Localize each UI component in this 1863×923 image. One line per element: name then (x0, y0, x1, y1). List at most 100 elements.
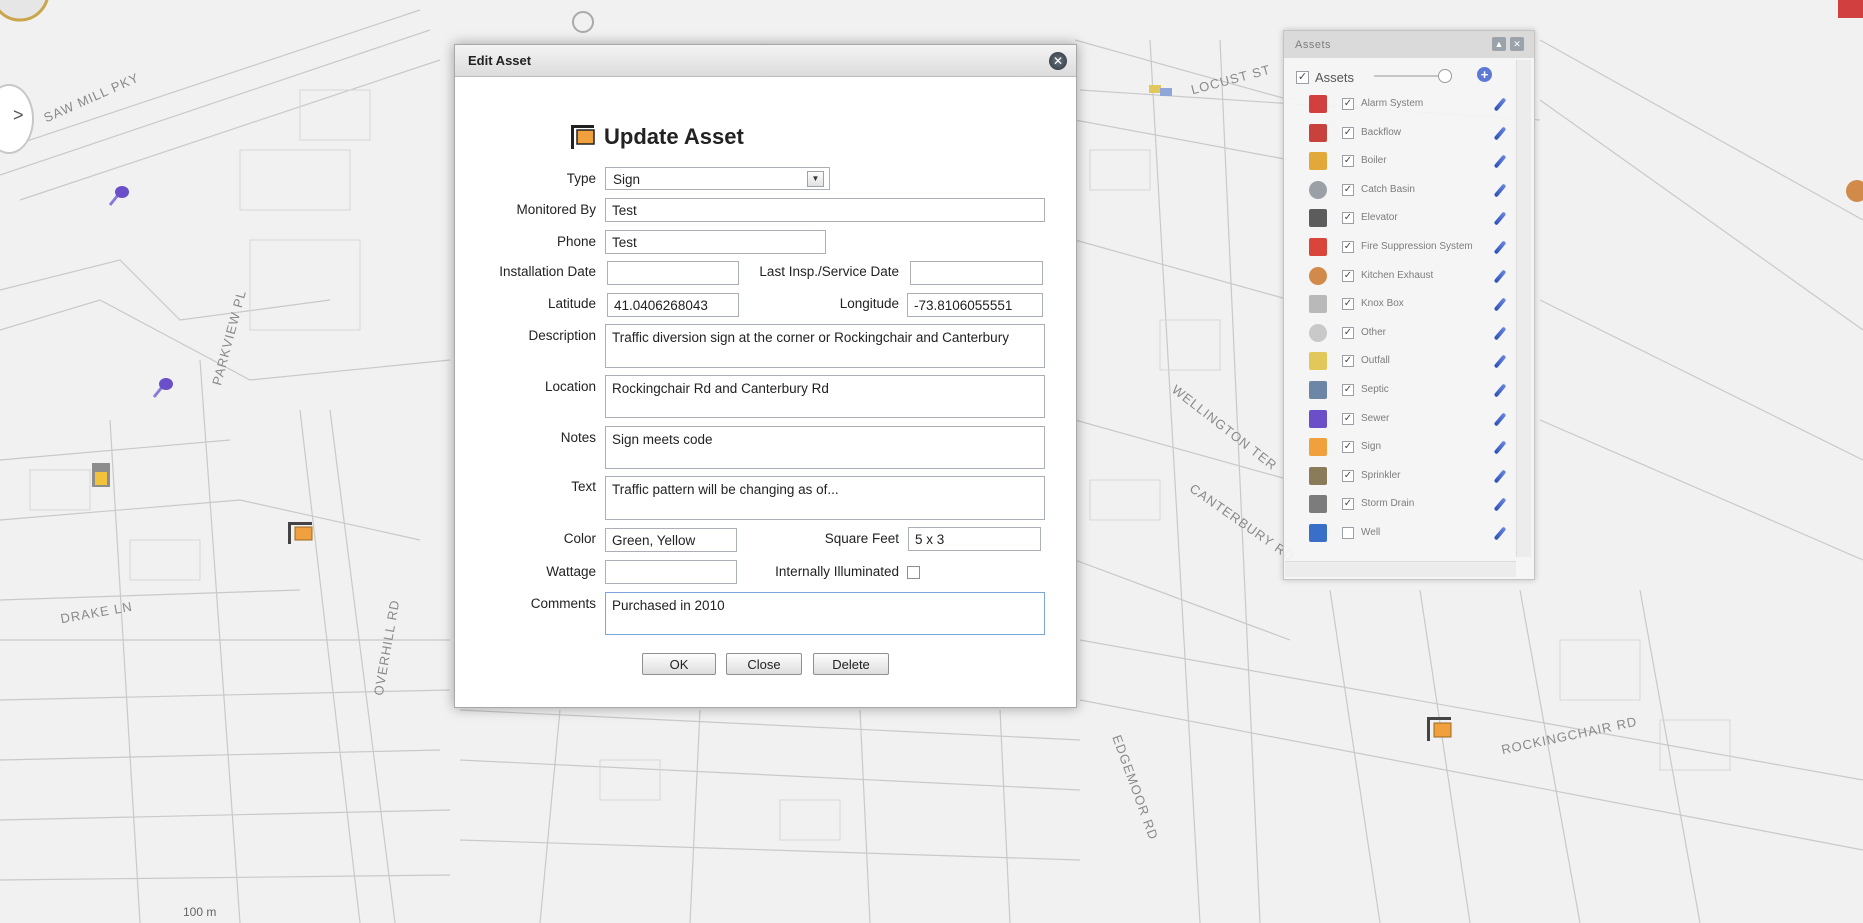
pencil-icon[interactable] (1493, 326, 1507, 341)
latitude-input[interactable] (607, 293, 739, 317)
asset-layer-row[interactable]: ✓ Alarm System (1284, 90, 1512, 118)
location-input[interactable]: Rockingchair Rd and Canterbury Rd (605, 375, 1045, 418)
asset-layer-row[interactable]: ✓ Fire Suppression System (1284, 233, 1512, 261)
close-icon[interactable]: ✕ (1049, 52, 1067, 70)
asset-layer-row[interactable]: ✓ Sign (1284, 433, 1512, 461)
pencil-icon[interactable] (1493, 154, 1507, 169)
pencil-icon[interactable] (1493, 211, 1507, 226)
close-button[interactable]: Close (726, 653, 802, 675)
asset-layer-checkbox[interactable]: ✓ (1342, 441, 1354, 454)
asset-layer-checkbox[interactable]: ✓ (1342, 241, 1354, 253)
alarm-marker[interactable] (1838, 0, 1863, 18)
asset-layer-label: Sewer (1361, 412, 1390, 424)
square-feet-input[interactable] (908, 527, 1041, 551)
pencil-icon[interactable] (1493, 297, 1507, 312)
pencil-icon[interactable] (1493, 240, 1507, 255)
dialog-title: Edit Asset (468, 53, 532, 68)
comments-input[interactable]: Purchased in 2010 (605, 592, 1045, 635)
delete-button[interactable]: Delete (813, 653, 889, 675)
horizontal-scrollbar[interactable] (1285, 561, 1516, 577)
slider-handle[interactable] (1438, 69, 1452, 83)
asset-layer-checkbox[interactable]: ✓ (1342, 126, 1354, 139)
asset-layer-checkbox[interactable]: ✓ (1342, 155, 1354, 168)
color-label: Color (563, 531, 596, 546)
asset-layer-checkbox[interactable]: ✓ (1342, 469, 1354, 482)
asset-layer-label: Boiler (1361, 155, 1387, 167)
sign-text-input[interactable]: Traffic pattern will be changing as of..… (605, 476, 1045, 520)
asset-layer-checkbox[interactable]: ✓ (1342, 98, 1354, 110)
outfall-marker[interactable] (1148, 82, 1176, 98)
asset-layer-row[interactable]: ✓ Other (1284, 319, 1512, 347)
wattage-input[interactable] (605, 560, 737, 584)
asset-layer-checkbox[interactable]: ✓ (1342, 183, 1354, 196)
asset-layer-checkbox[interactable]: ✓ (1342, 212, 1354, 225)
asset-layer-row[interactable]: ✓ Sewer (1284, 405, 1512, 433)
asset-layer-row[interactable]: ✓ Elevator (1284, 204, 1512, 232)
description-input[interactable]: Traffic diversion sign at the corner or … (605, 324, 1045, 368)
pencil-icon[interactable] (1493, 412, 1507, 427)
square-feet-label: Square Feet (824, 531, 899, 546)
asset-layer-row[interactable]: ✓ Septic (1284, 376, 1512, 404)
asset-layer-row[interactable]: ✓ Knox Box (1284, 290, 1512, 318)
ok-button[interactable]: OK (642, 653, 716, 675)
kitchen-exhaust-marker[interactable] (1843, 176, 1863, 206)
asset-layer-checkbox[interactable]: ✓ (1342, 355, 1354, 368)
last-insp-service-date-input[interactable] (910, 261, 1043, 285)
asset-layer-row[interactable]: ✓ Kitchen Exhaust (1284, 262, 1512, 290)
pencil-icon[interactable] (1493, 97, 1507, 112)
longitude-input[interactable] (907, 293, 1043, 317)
asset-layer-row[interactable]: ✓ Catch Basin (1284, 176, 1512, 204)
phone-input[interactable] (605, 230, 826, 254)
asset-layer-label: Backflow (1361, 126, 1402, 138)
monitored-by-input[interactable] (605, 198, 1045, 222)
asset-layer-checkbox[interactable]: ✓ (1342, 412, 1354, 425)
assets-root-checkbox[interactable]: ✓ (1296, 70, 1309, 84)
type-select[interactable]: Sign ▼ (605, 167, 830, 190)
asset-layer-row[interactable]: ✓ Storm Drain (1284, 490, 1512, 518)
notes-input[interactable]: Sign meets code (605, 426, 1045, 469)
close-icon[interactable]: ✕ (1510, 37, 1524, 51)
sign-marker[interactable] (1425, 715, 1455, 743)
asset-layer-checkbox[interactable]: ✓ (1342, 498, 1354, 511)
pin-icon (1309, 323, 1327, 342)
asset-layer-row[interactable]: ✓ Boiler (1284, 147, 1512, 175)
internally-illuminated-checkbox[interactable] (907, 566, 920, 579)
asset-layer-row[interactable]: ✓ Backflow (1284, 119, 1512, 147)
asset-layer-row[interactable]: Well (1284, 519, 1512, 547)
opacity-slider[interactable] (1374, 69, 1452, 83)
pencil-icon[interactable] (1493, 526, 1507, 541)
pencil-icon[interactable] (1493, 126, 1507, 141)
color-input[interactable] (605, 528, 737, 552)
alarm-icon (1309, 95, 1327, 113)
installation-date-input[interactable] (607, 261, 739, 285)
pencil-icon[interactable] (1493, 269, 1507, 284)
minimize-icon[interactable]: ▲ (1492, 37, 1506, 51)
boiler-marker[interactable] (90, 462, 112, 488)
asset-layer-checkbox[interactable] (1342, 527, 1354, 539)
internally-illuminated-label: Internally Illuminated (775, 564, 899, 579)
asset-layer-checkbox[interactable]: ✓ (1342, 298, 1354, 311)
asset-layer-row[interactable]: ✓ Sprinkler (1284, 462, 1512, 490)
add-asset-icon[interactable]: + (1477, 67, 1492, 82)
asset-layer-checkbox[interactable]: ✓ (1342, 269, 1354, 282)
dialog-heading: Update Asset (570, 122, 744, 152)
pencil-icon[interactable] (1493, 440, 1507, 455)
pencil-icon[interactable] (1493, 354, 1507, 369)
catch-basin-icon (1309, 180, 1327, 199)
sewer-marker[interactable] (106, 183, 132, 209)
pencil-icon[interactable] (1493, 497, 1507, 512)
knox-box-icon (1309, 295, 1327, 314)
sign-marker[interactable] (286, 520, 316, 546)
asset-layer-row[interactable]: ✓ Outfall (1284, 347, 1512, 375)
assets-root-toggle[interactable]: ✓ Assets (1296, 69, 1354, 85)
pencil-icon[interactable] (1493, 183, 1507, 198)
pencil-icon[interactable] (1493, 469, 1507, 484)
sewer-marker[interactable] (150, 375, 176, 401)
asset-layer-checkbox[interactable]: ✓ (1342, 384, 1354, 396)
well-icon (1309, 524, 1327, 542)
outfall-icon (1309, 352, 1327, 371)
pencil-icon[interactable] (1493, 383, 1507, 398)
chevron-down-icon[interactable]: ▼ (807, 171, 824, 187)
vertical-scrollbar[interactable] (1516, 60, 1531, 557)
asset-layer-checkbox[interactable]: ✓ (1342, 326, 1354, 339)
